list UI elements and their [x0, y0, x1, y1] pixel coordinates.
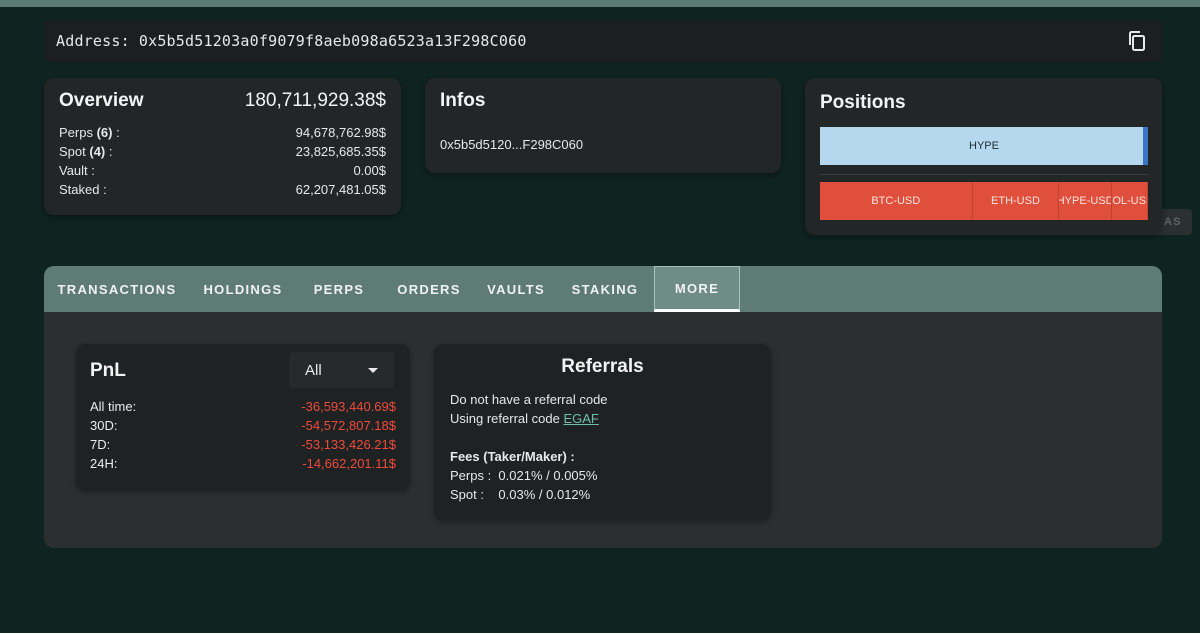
referral-code-link[interactable]: EGAF	[563, 411, 598, 426]
copy-icon[interactable]	[1126, 30, 1148, 52]
position-short-hype-label: HYPE-USD	[1059, 195, 1112, 207]
address-bar: Address: 0x5b5d51203a0f9079f8aeb098a6523…	[44, 20, 1162, 62]
staked-label: Staked :	[59, 182, 107, 197]
position-short-sol[interactable]: SOL-USD	[1111, 182, 1148, 220]
pnl-row-alltime: All time: -36,593,440.69$	[90, 397, 396, 416]
short-address: 0x5b5d5120...F298C060	[440, 137, 584, 152]
referrals-card: Referrals Do not have a referral code Us…	[434, 344, 771, 520]
pnl-range-value: All	[305, 361, 322, 379]
positions-divider	[820, 174, 1148, 175]
pnl-row-30d: 30D: -54,572,807.18$	[90, 416, 396, 435]
tab-more[interactable]: MORE	[654, 266, 740, 312]
infos-card: Infos 0x5b5d5120...F298C060 ADD ALIAS	[425, 78, 1192, 235]
spot-count: (4)	[89, 144, 106, 159]
position-short-btc-label: BTC-USD	[871, 195, 921, 207]
tab-perps[interactable]: PERPS	[296, 266, 382, 312]
top-strip	[0, 0, 1200, 7]
positions-title: Positions	[820, 92, 906, 113]
pnl-alltime-label: All time:	[90, 399, 137, 414]
pnl-7d-label: 7D:	[90, 437, 111, 452]
referral-status: Do not have a referral code	[450, 392, 608, 407]
pnl-7d-value: -53,133,426.21$	[301, 437, 396, 452]
address-value: 0x5b5d51203a0f9079f8aeb098a6523a13F298C0…	[138, 32, 527, 50]
overview-row-vault: Vault : 0.00$	[59, 161, 386, 180]
vault-value: 0.00$	[353, 163, 386, 178]
pnl-alltime-value: -36,593,440.69$	[301, 399, 396, 414]
pnl-30d-value: -54,572,807.18$	[301, 418, 396, 433]
perps-count: (6)	[96, 125, 113, 140]
overview-row-perps: Perps (6) : 94,678,762.98$	[59, 125, 386, 140]
position-short-sol-label: SOL-USD	[1112, 195, 1147, 207]
pnl-range-select[interactable]: All	[289, 352, 394, 388]
referral-using-line: Using referral code EGAF	[450, 409, 608, 428]
tab-holdings[interactable]: HOLDINGS	[190, 266, 296, 312]
position-short-btc[interactable]: BTC-USD	[820, 182, 973, 220]
address-label: Address:	[56, 32, 130, 50]
fees-spot-label: Spot :	[450, 487, 484, 502]
overview-total: 180,711,929.38$	[244, 90, 386, 111]
fees-title: Fees (Taker/Maker) :	[450, 449, 575, 464]
infos-title: Infos	[440, 90, 486, 111]
pnl-24h-label: 24H:	[90, 456, 118, 471]
fees-perps-label: Perps :	[450, 468, 492, 483]
fees-perps-line: Perps : 0.021% / 0.005%	[450, 466, 608, 485]
position-short-eth-label: ETH-USD	[991, 195, 1040, 207]
perps-value: 94,678,762.98$	[295, 125, 386, 140]
overview-row-staked: Staked : 62,207,481.05$	[59, 180, 386, 199]
position-long-hype[interactable]: HYPE	[820, 127, 1148, 165]
pnl-row-24h: 24H: -14,662,201.11$	[90, 454, 396, 473]
tab-orders[interactable]: ORDERS	[382, 266, 476, 312]
fees-spot-value: 0.03% / 0.012%	[498, 487, 591, 502]
overview-title: Overview	[59, 90, 144, 111]
referrals-title: Referrals	[561, 356, 644, 377]
staked-value: 62,207,481.05$	[295, 182, 386, 197]
vault-label: Vault :	[59, 163, 95, 178]
pnl-title: PnL	[90, 360, 126, 381]
position-long-edge	[1143, 127, 1148, 165]
position-short-eth[interactable]: ETH-USD	[972, 182, 1060, 220]
pnl-30d-label: 30D:	[90, 418, 118, 433]
tab-bar: TRANSACTIONS HOLDINGS PERPS ORDERS VAULT…	[44, 266, 1162, 312]
pnl-24h-value: -14,662,201.11$	[302, 456, 396, 471]
tab-staking[interactable]: STAKING	[556, 266, 654, 312]
referral-using-label: Using referral code	[450, 411, 560, 426]
position-long-label: HYPE	[969, 140, 999, 152]
fees-perps-value: 0.021% / 0.005%	[498, 468, 598, 483]
spot-label: Spot	[59, 144, 86, 159]
positions-card: Positions HYPE BTC-USD ETH-USD HYPE-USD …	[805, 78, 1162, 235]
overview-row-spot: Spot (4) : 23,825,685.35$	[59, 144, 386, 159]
fees-spot-line: Spot : 0.03% / 0.012%	[450, 485, 608, 504]
spot-value: 23,825,685.35$	[295, 144, 386, 159]
overview-card: Overview 180,711,929.38$ Perps (6) : 94,…	[44, 78, 401, 215]
pnl-card: PnL All All time: -36,593,440.69$ 30D: -…	[76, 344, 410, 490]
pnl-row-7d: 7D: -53,133,426.21$	[90, 435, 396, 454]
position-short-hype[interactable]: HYPE-USD	[1059, 182, 1112, 220]
chevron-down-icon	[368, 368, 378, 373]
positions-short-bar: BTC-USD ETH-USD HYPE-USD SOL-USD	[820, 182, 1148, 220]
perps-label: Perps	[59, 125, 93, 140]
tab-vaults[interactable]: VAULTS	[476, 266, 556, 312]
tab-transactions[interactable]: TRANSACTIONS	[44, 266, 190, 312]
